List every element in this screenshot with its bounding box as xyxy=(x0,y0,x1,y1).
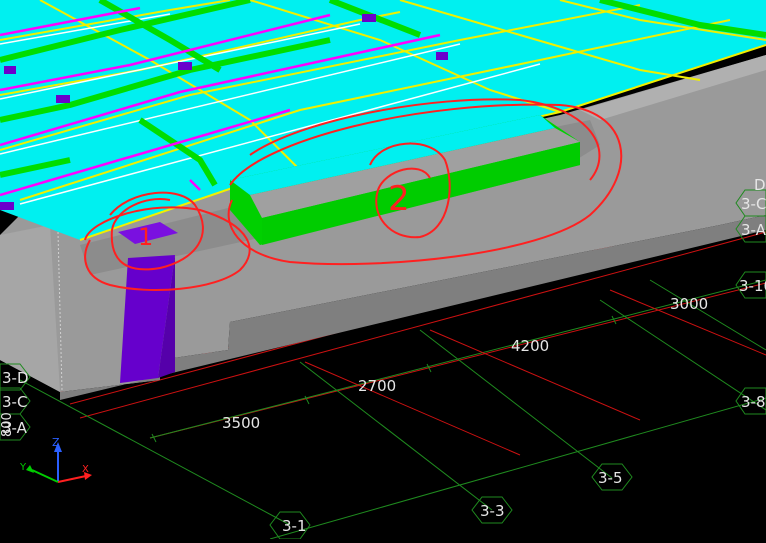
axis-bubble-3-3: 3-3 xyxy=(471,496,513,524)
axis-label-800: 800 xyxy=(0,412,15,437)
svg-text:3-10: 3-10 xyxy=(739,277,766,295)
svg-text:D: D xyxy=(754,176,766,194)
svg-text:3-C: 3-C xyxy=(741,195,766,213)
triad-z-label: Z xyxy=(52,436,60,449)
dimension-3500: 3500 xyxy=(222,414,260,432)
dimension-2700: 2700 xyxy=(358,377,396,395)
axis-bubble-3-5: 3-5 xyxy=(591,463,633,491)
axis-bubble-3-10: 3-10 xyxy=(735,271,766,299)
axis-bubble-3-8: 3-8 xyxy=(735,387,766,415)
axis-bubble-D-right: D xyxy=(754,176,766,194)
axis-bubble-3-C-left: 3-C xyxy=(0,387,31,415)
3d-model-viewport[interactable]: 1 2 3500 2700 4200 3000 3-1 3-3 3-5 3-8 … xyxy=(0,0,766,540)
svg-text:3-8: 3-8 xyxy=(741,393,766,411)
svg-text:3-D: 3-D xyxy=(2,369,29,387)
svg-text:800: 800 xyxy=(0,412,15,437)
triad-y-label: Y xyxy=(19,462,27,473)
annotation-circle-1-label: 1 xyxy=(138,223,153,251)
dimension-3000: 3000 xyxy=(670,295,708,313)
model-canvas[interactable]: 1 2 3500 2700 4200 3000 3-1 3-3 3-5 3-8 … xyxy=(0,0,766,540)
annotation-circle-2-label: 2 xyxy=(388,179,410,219)
svg-text:3-A: 3-A xyxy=(741,221,766,239)
svg-text:3-3: 3-3 xyxy=(480,502,505,520)
svg-text:1: 1 xyxy=(138,223,153,251)
svg-text:2: 2 xyxy=(388,179,410,219)
svg-text:3-C: 3-C xyxy=(2,393,27,411)
svg-text:3-1: 3-1 xyxy=(282,517,307,535)
svg-text:3-5: 3-5 xyxy=(598,469,623,487)
dimension-4200: 4200 xyxy=(511,337,549,355)
axis-bubble-3-1: 3-1 xyxy=(269,511,311,540)
axis-triad: Z X Y xyxy=(19,436,92,483)
triad-x-label: X xyxy=(82,464,89,475)
